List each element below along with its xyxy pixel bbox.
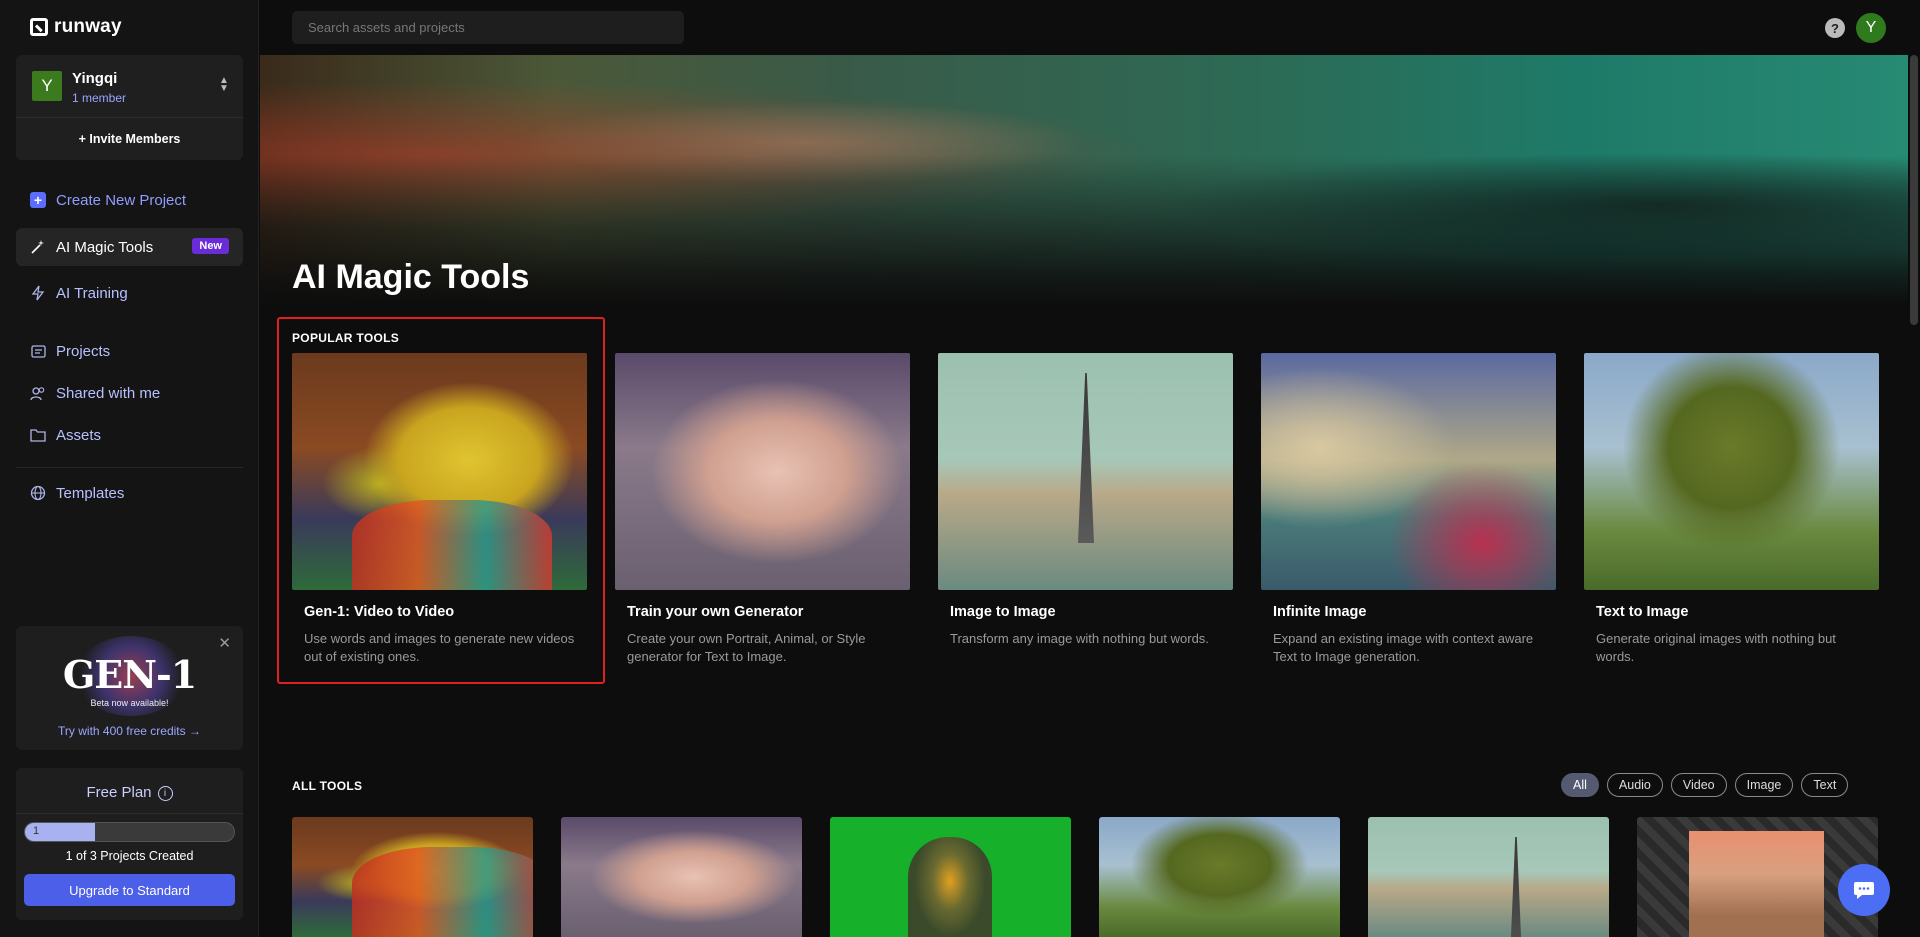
sidebar-item-assets[interactable]: Assets xyxy=(16,416,243,454)
create-new-project-button[interactable]: + Create New Project xyxy=(16,181,243,219)
tool-description: Generate original images with nothing bu… xyxy=(1596,631,1836,664)
page-title: AI Magic Tools xyxy=(292,258,530,296)
help-icon[interactable]: ? xyxy=(1825,18,1845,38)
promo-title: GEN-1 xyxy=(62,652,197,697)
hero-banner: AI Magic Tools xyxy=(260,55,1908,305)
sidebar-item-shared-with-me[interactable]: Shared with me xyxy=(16,374,243,412)
chevron-up-down-icon[interactable]: ▲ ▼ xyxy=(219,76,229,95)
tool-description: Use words and images to generate new vid… xyxy=(304,631,575,664)
close-icon[interactable]: ✕ xyxy=(218,634,231,652)
tool-title: Image to Image xyxy=(950,604,1056,620)
all-tool-card[interactable] xyxy=(830,817,1071,937)
workspace-members: 1 member xyxy=(72,91,127,105)
projects-progress-bar: 1 xyxy=(24,822,235,842)
magic-wand-icon xyxy=(30,239,46,255)
sidebar-item-label: Assets xyxy=(56,426,102,444)
workspace-avatar: Y xyxy=(32,71,62,101)
tool-card-train-generator[interactable]: Train your own Generator Create your own… xyxy=(615,353,910,666)
all-tool-card[interactable] xyxy=(1099,817,1340,937)
sidebar-item-label: AI Magic Tools xyxy=(56,238,154,256)
tool-description: Create your own Portrait, Animal, or Sty… xyxy=(627,631,866,664)
scrollbar-thumb[interactable] xyxy=(1910,55,1918,325)
tool-card-gen1[interactable]: Gen-1: Video to Video Use words and imag… xyxy=(292,353,587,666)
sidebar: runway Y Yingqi 1 member ▲ ▼ + Invite Mem… xyxy=(0,0,259,937)
all-tool-card[interactable] xyxy=(561,817,802,937)
sidebar-item-templates[interactable]: Templates xyxy=(16,474,243,512)
filter-chip-audio[interactable]: Audio xyxy=(1606,773,1663,797)
projects-icon xyxy=(30,343,46,359)
users-icon xyxy=(30,385,46,401)
sidebar-item-label: Projects xyxy=(56,342,111,360)
sidebar-item-ai-magic-tools[interactable]: AI Magic Tools New xyxy=(16,228,243,266)
tool-description: Expand an existing image with context aw… xyxy=(1273,631,1534,664)
sidebar-item-projects[interactable]: Projects xyxy=(16,332,243,370)
runway-logo[interactable]: runway xyxy=(30,16,122,38)
filter-chip-video[interactable]: Video xyxy=(1670,773,1727,797)
globe-icon xyxy=(30,485,46,501)
filter-chip-text[interactable]: Text xyxy=(1801,773,1849,797)
invite-members-button[interactable]: + Invite Members xyxy=(16,118,243,160)
all-tool-card[interactable] xyxy=(1368,817,1609,937)
filter-chips: All Audio Video Image Text xyxy=(1561,773,1849,797)
tool-card-image-to-image[interactable]: Image to Image Transform any image with … xyxy=(938,353,1233,648)
folder-icon xyxy=(30,427,46,443)
workspace-name: Yingqi xyxy=(72,70,118,87)
promo-link[interactable]: Try with 400 free credits → xyxy=(16,724,243,738)
progress-value: 1 xyxy=(33,825,40,837)
topbar: ? Y xyxy=(260,0,1920,55)
all-tool-card[interactable] xyxy=(292,817,533,937)
filter-chip-all[interactable]: All xyxy=(1561,773,1599,797)
tool-title: Text to Image xyxy=(1596,604,1689,620)
tool-thumbnail xyxy=(1261,353,1556,590)
gen1-promo-card: GEN-1 Beta now available! Try with 400 f… xyxy=(16,626,243,750)
tool-thumbnail xyxy=(292,353,587,590)
filter-chip-image[interactable]: Image xyxy=(1734,773,1794,797)
plan-count: 1 of 3 Projects Created xyxy=(65,849,194,863)
tool-thumbnail xyxy=(938,353,1233,590)
search-input[interactable] xyxy=(292,11,684,44)
tool-title: Infinite Image xyxy=(1273,604,1367,620)
upgrade-button[interactable]: Upgrade to Standard xyxy=(24,874,235,906)
tool-card-text-to-image[interactable]: Text to Image Generate original images w… xyxy=(1584,353,1879,666)
workspace-switcher[interactable]: Y Yingqi 1 member ▲ ▼ + Invite Members xyxy=(16,55,243,160)
app-root: runway Y Yingqi 1 member ▲ ▼ + Invite Mem… xyxy=(0,0,1920,937)
runway-logo-icon xyxy=(30,18,48,36)
plan-title-text: Free Plan xyxy=(86,784,152,801)
chat-bubble-icon[interactable] xyxy=(1838,864,1890,916)
tool-title: Train your own Generator xyxy=(627,604,804,620)
tool-card-infinite-image[interactable]: Infinite Image Expand an existing image … xyxy=(1261,353,1556,666)
logo-text: runway xyxy=(54,16,122,37)
sidebar-item-ai-training[interactable]: AI Training xyxy=(16,274,243,312)
lightning-icon xyxy=(30,285,46,301)
all-tools-label: ALL TOOLS xyxy=(292,779,363,793)
sidebar-item-label: AI Training xyxy=(56,284,128,302)
sidebar-item-label: Shared with me xyxy=(56,384,161,402)
user-avatar[interactable]: Y xyxy=(1856,13,1886,43)
new-badge: New xyxy=(192,238,229,254)
plan-card: Free Plan i 1 1 of 3 Projects Created Upg… xyxy=(16,768,243,920)
create-new-project-label: Create New Project xyxy=(56,191,187,209)
sidebar-divider xyxy=(16,467,243,468)
plan-title: Free Plan i xyxy=(16,784,243,801)
info-icon[interactable]: i xyxy=(157,785,173,801)
tool-thumbnail xyxy=(615,353,910,590)
tool-description: Transform any image with nothing but wor… xyxy=(950,631,1209,646)
promo-subtitle: Beta now available! xyxy=(90,698,169,708)
sidebar-item-label: Templates xyxy=(56,484,125,502)
plus-icon: + xyxy=(30,192,46,208)
tool-thumbnail xyxy=(1584,353,1879,590)
plan-divider xyxy=(16,813,243,814)
tool-title: Gen-1: Video to Video xyxy=(304,604,455,620)
